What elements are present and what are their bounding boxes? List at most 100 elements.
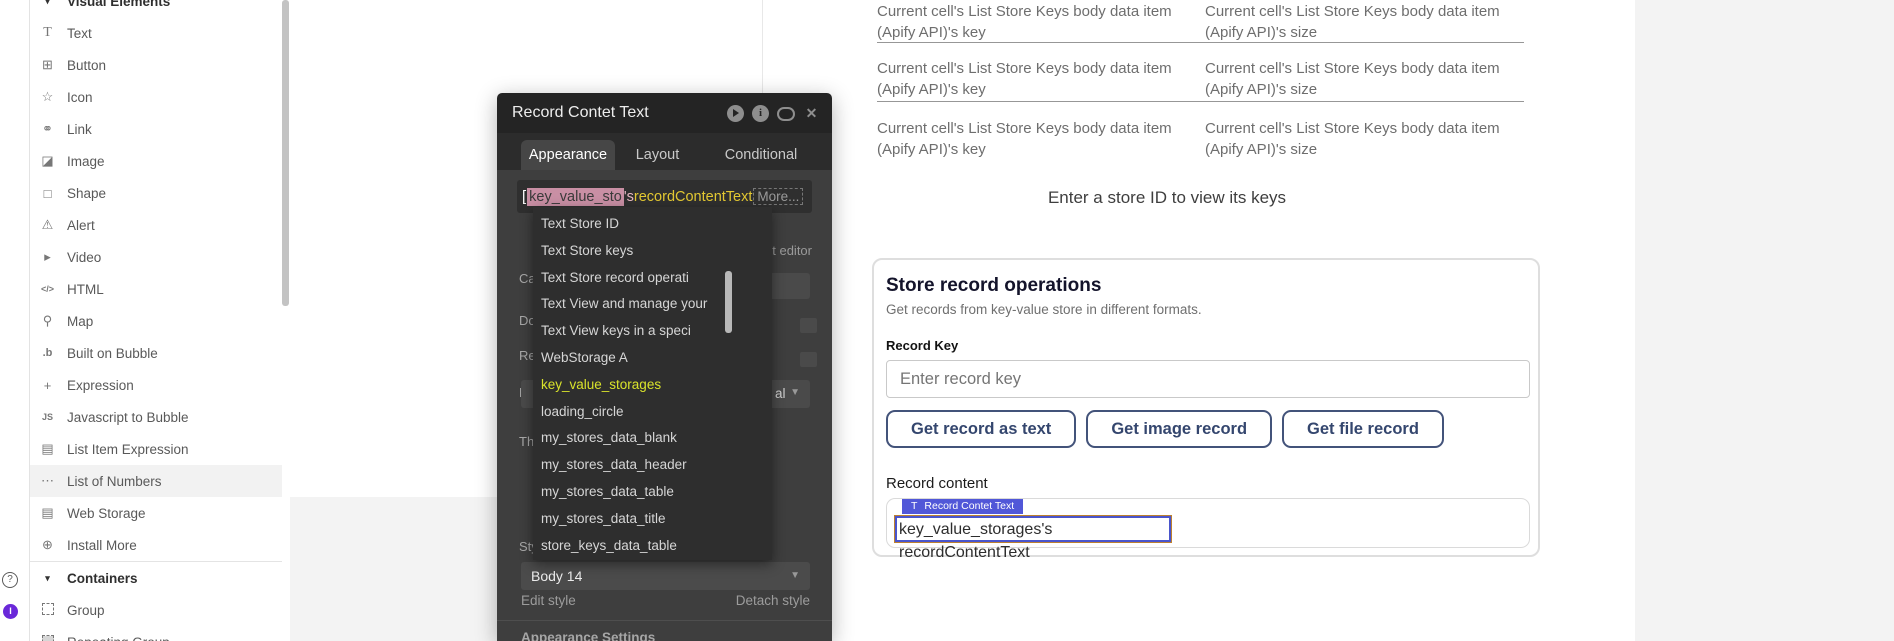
edit-style-link[interactable]: Edit style	[521, 593, 576, 608]
sidebar-section-containers[interactable]: ▾Containers	[30, 562, 282, 594]
sidebar-item-install-more[interactable]: ⊕ Install More	[30, 529, 282, 561]
empty-state-text[interactable]: Enter a store ID to view its keys	[847, 188, 1487, 208]
sidebar-item-label: Javascript to Bubble	[67, 410, 189, 425]
sidebar-item-image[interactable]: ◪ Image	[30, 145, 282, 177]
comment-icon[interactable]	[777, 107, 795, 121]
dropdown-option-webstorage-a[interactable]: WebStorage A	[533, 345, 772, 372]
sidebar-item-label: Web Storage	[67, 506, 146, 521]
dialog-title: Record Contet Text	[512, 104, 719, 122]
appearance-settings-header: Appearance Settings	[521, 630, 655, 641]
chevron-down-icon: ▼	[790, 387, 800, 398]
tab-conditional[interactable]: Conditional	[716, 140, 806, 170]
style-select[interactable]: Body 14 ▼	[521, 562, 810, 590]
sidebar-scrollbar[interactable]	[282, 0, 289, 306]
dropdown-option-my-stores-data-table[interactable]: my_stores_data_table	[533, 479, 772, 506]
expression-token[interactable]: key_value_sto	[527, 188, 624, 206]
sidebar-item-built-on-bubble[interactable]: .bBuilt on Bubble	[30, 337, 282, 369]
image-icon: ◪	[39, 153, 56, 169]
dropdown-option-key-value-storages[interactable]: key_value_storages	[533, 372, 772, 399]
list-item-icon: ▤	[39, 441, 56, 457]
dropdown-option-store-keys-data-table[interactable]: store_keys_data_table	[533, 533, 772, 560]
dropdown-option-my-stores-data-blank[interactable]: my_stores_data_blank	[533, 425, 772, 452]
sidebar-item-group[interactable]: Group	[30, 594, 282, 626]
sidebar-item-label: List Item Expression	[67, 442, 189, 457]
help-icon[interactable]: ?	[2, 572, 18, 588]
record-buttons-row: Get record as text Get image record Get fi…	[886, 410, 1444, 448]
key-cell: Current cell's List Store Keys body data…	[877, 2, 1187, 42]
dialog-tabs: Appearance Layout Conditional	[497, 133, 832, 170]
link-icon: ⚭	[39, 121, 56, 137]
store-key-row[interactable]: Current cell's List Store Keys body data…	[877, 43, 1524, 102]
occluded-field-label: Th	[519, 434, 534, 449]
group-icon	[39, 603, 56, 618]
sidebar-item-label: Alert	[67, 218, 95, 233]
sidebar-item-shape[interactable]: □Shape	[30, 177, 282, 209]
play-icon[interactable]	[727, 105, 744, 122]
sidebar-item-list-of-numbers[interactable]: ⋯List of Numbers	[30, 465, 282, 497]
occluded-checkbox[interactable]	[800, 318, 817, 333]
tab-appearance[interactable]: Appearance	[521, 140, 615, 170]
card-title: Store record operations	[886, 275, 1101, 297]
close-icon[interactable]: ✕	[803, 105, 820, 122]
sidebar-item-label: Group	[67, 603, 105, 618]
intercom-icon[interactable]: I	[3, 604, 18, 619]
dropdown-option-text-view-and-manage-your[interactable]: Text View and manage your	[533, 291, 772, 318]
dialog-header[interactable]: Record Contet Text i ✕	[497, 93, 832, 133]
sidebar-item-link[interactable]: ⚭ Link	[30, 113, 282, 145]
info-icon[interactable]: i	[752, 105, 769, 122]
dropdown-option-my-stores-data-title[interactable]: my_stores_data_title	[533, 506, 772, 533]
sidebar-item-button[interactable]: ⊞Button	[30, 49, 282, 81]
store-key-row[interactable]: Current cell's List Store Keys body data…	[877, 0, 1524, 43]
sidebar-item-web-storage[interactable]: ▤Web Storage	[30, 497, 282, 529]
sidebar-item-label: List of Numbers	[67, 474, 162, 489]
expression-more-button[interactable]: More...	[753, 188, 803, 205]
style-select-value: Body 14	[531, 568, 582, 584]
sidebar-item-label: Image	[67, 154, 105, 169]
dropdown-option-loading-circle[interactable]: loading_circle	[533, 399, 772, 426]
dropdown-option-my-stores-data-header[interactable]: my_stores_data_header	[533, 452, 772, 479]
get-file-record-button[interactable]: Get file record	[1282, 410, 1444, 448]
expression-field[interactable]: recordContentText	[634, 189, 752, 205]
dropdown-option-text-store-keys[interactable]: Text Store keys	[533, 238, 772, 265]
sidebar-item-javascript-to-bubble[interactable]: JSJavascript to Bubble	[30, 401, 282, 433]
repeating-group-icon	[39, 635, 56, 641]
sidebar-item-label: Text	[67, 26, 92, 41]
install-more-icon: ⊕	[39, 537, 56, 553]
sidebar-item-label: Install More	[67, 538, 137, 553]
key-cell: Current cell's List Store Keys body data…	[877, 119, 1187, 160]
element-palette-sidebar: ▾Visual ElementsTText⊞Button☆Icon ⚭ Link ◪ I…	[0, 0, 290, 641]
occluded-checkbox[interactable]	[800, 352, 817, 367]
sidebar-item-map[interactable]: ⚲Map	[30, 305, 282, 337]
sidebar-item-text[interactable]: TText	[30, 17, 282, 49]
dropdown-option-text-store-id[interactable]: Text Store ID	[533, 211, 772, 238]
detach-style-link[interactable]: Detach style	[736, 593, 810, 608]
get-record-as-text-button[interactable]: Get record as text	[886, 410, 1076, 448]
sidebar-item-icon[interactable]: ☆Icon	[30, 81, 282, 113]
sidebar-item-label: Expression	[67, 378, 134, 393]
sidebar-item-label: Link	[67, 122, 92, 137]
autocomplete-dropdown: Text Store IDText Store keysText Store r…	[533, 207, 772, 560]
sidebar-item-alert[interactable]: ⚠Alert	[30, 209, 282, 241]
store-key-row[interactable]: Current cell's List Store Keys body data…	[877, 102, 1524, 160]
sidebar-list: ▾Visual ElementsTText⊞Button☆Icon ⚭ Link ◪ I…	[30, 0, 282, 641]
property-editor-dialog: Ca Do Re HT Th Sty xt editor al ▼ [ key_…	[497, 93, 832, 641]
sidebar-item-expression[interactable]: +Expression	[30, 369, 282, 401]
get-image-record-button[interactable]: Get image record	[1086, 410, 1272, 448]
sidebar-section-label: Containers	[67, 571, 138, 586]
map-pin-icon: ⚲	[39, 313, 56, 329]
card-subtitle: Get records from key-value store in diff…	[886, 302, 1202, 317]
sidebar-section-visual-elements[interactable]: ▾Visual Elements	[30, 0, 282, 17]
dropdown-option-text-store-record-operati[interactable]: Text Store record operati	[533, 265, 772, 292]
dropdown-scrollbar[interactable]	[725, 271, 732, 333]
dropdown-option-text-view-keys-in-a-speci[interactable]: Text View keys in a speci	[533, 318, 772, 345]
tab-layout[interactable]: Layout	[629, 140, 686, 170]
selected-text-element[interactable]: key_value_storages's recordContentText	[895, 516, 1171, 542]
sidebar-section-label: Visual Elements	[67, 0, 170, 9]
dialog-divider	[497, 620, 832, 621]
sidebar-item-repeating-group[interactable]: Repeating Group	[30, 626, 282, 641]
rich-text-editor-link[interactable]: xt editor	[766, 243, 812, 258]
record-key-input[interactable]	[886, 360, 1530, 398]
sidebar-item-video[interactable]: ▸Video	[30, 241, 282, 273]
sidebar-item-html[interactable]: </>HTML	[30, 273, 282, 305]
sidebar-item-list-item-expression[interactable]: ▤ List Item Expression	[30, 433, 282, 465]
